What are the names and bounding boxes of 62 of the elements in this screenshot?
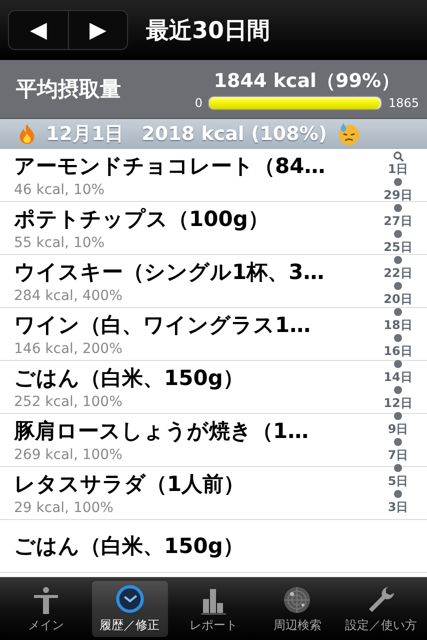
index-dot[interactable] (394, 230, 402, 238)
nav-title: 最近30日間 (146, 16, 270, 46)
radar-icon (282, 585, 312, 615)
index-dot[interactable] (394, 308, 402, 316)
search-icon[interactable] (392, 151, 404, 162)
tab[interactable]: メイン (8, 581, 84, 637)
average-intake-label: 平均摂取量 (16, 76, 121, 103)
index-dot[interactable] (394, 438, 402, 446)
food-name: ごはん（白米、150g） (14, 365, 244, 392)
food-name: 豚肩ロースしょうが焼き（1… (14, 418, 309, 445)
food-list-item[interactable]: ごはん（白米、150g） (0, 520, 427, 573)
index-dot[interactable] (394, 282, 402, 290)
index-label[interactable]: 3日 (388, 500, 408, 514)
next-button[interactable]: ▶ (68, 11, 127, 49)
food-name: ごはん（白米、150g） (14, 533, 244, 560)
index-dot[interactable] (394, 204, 402, 212)
previous-button[interactable]: ◀ (9, 11, 68, 49)
index-label[interactable]: 14日 (384, 370, 412, 384)
food-detail: 269 kcal, 100% (14, 447, 122, 463)
sweating-face-icon (337, 122, 362, 146)
food-name: ワイン（白、ワイングラス1… (14, 312, 311, 339)
index-dot[interactable] (394, 360, 402, 368)
section-date: 12月1日 (46, 122, 124, 147)
food-name: ウイスキー（シングル1杯、3… (14, 259, 324, 286)
index-label[interactable]: 9日 (388, 422, 408, 436)
scale-min: 0 (194, 96, 202, 110)
index-label[interactable]: 12日 (384, 396, 412, 410)
tab[interactable]: 周辺検索 (259, 581, 336, 637)
food-detail: 284 kcal, 400% (14, 288, 122, 304)
food-detail: 46 kcal, 10% (14, 182, 105, 198)
index-label[interactable]: 16日 (384, 344, 412, 358)
clock-icon (114, 583, 146, 615)
tab[interactable]: レポート (176, 581, 252, 637)
food-detail: 29 kcal, 100% (14, 500, 114, 516)
food-name: レタスサラダ（1人前） (14, 471, 245, 498)
index-label[interactable]: 1日 (388, 162, 408, 176)
index-label[interactable]: 25日 (384, 240, 412, 254)
food-detail: 252 kcal, 100% (14, 394, 122, 410)
index-label[interactable]: 7日 (388, 448, 408, 462)
section-total: 2018 kcal (108%) (142, 123, 328, 145)
food-name: アーモンドチョコレート（84… (14, 153, 326, 180)
index-dot[interactable] (394, 386, 402, 394)
fire-icon (18, 123, 36, 145)
index-dot[interactable] (394, 412, 402, 420)
food-name: ポテトチップス（100g） (14, 206, 269, 233)
tab[interactable]: 履歴／修正 (92, 581, 168, 637)
scale-max: 1865 (388, 96, 419, 110)
food-detail: 55 kcal, 10% (14, 235, 105, 251)
index-dot[interactable] (394, 256, 402, 264)
index-label[interactable]: 27日 (384, 214, 412, 228)
index-dot[interactable] (394, 490, 402, 498)
tab[interactable]: 設定／使い方 (343, 581, 419, 637)
index-label[interactable]: 22日 (384, 266, 412, 280)
index-dot[interactable] (394, 178, 402, 186)
index-label[interactable]: 18日 (384, 318, 412, 332)
food-detail: 146 kcal, 200% (14, 341, 122, 357)
index-label[interactable]: 5日 (388, 474, 408, 488)
index-dot[interactable] (394, 334, 402, 342)
index-label[interactable]: 20日 (384, 292, 412, 306)
average-intake-value: 1844 kcal（99%） (214, 69, 400, 94)
index-dot[interactable] (394, 464, 402, 472)
index-label[interactable]: 29日 (384, 188, 412, 202)
